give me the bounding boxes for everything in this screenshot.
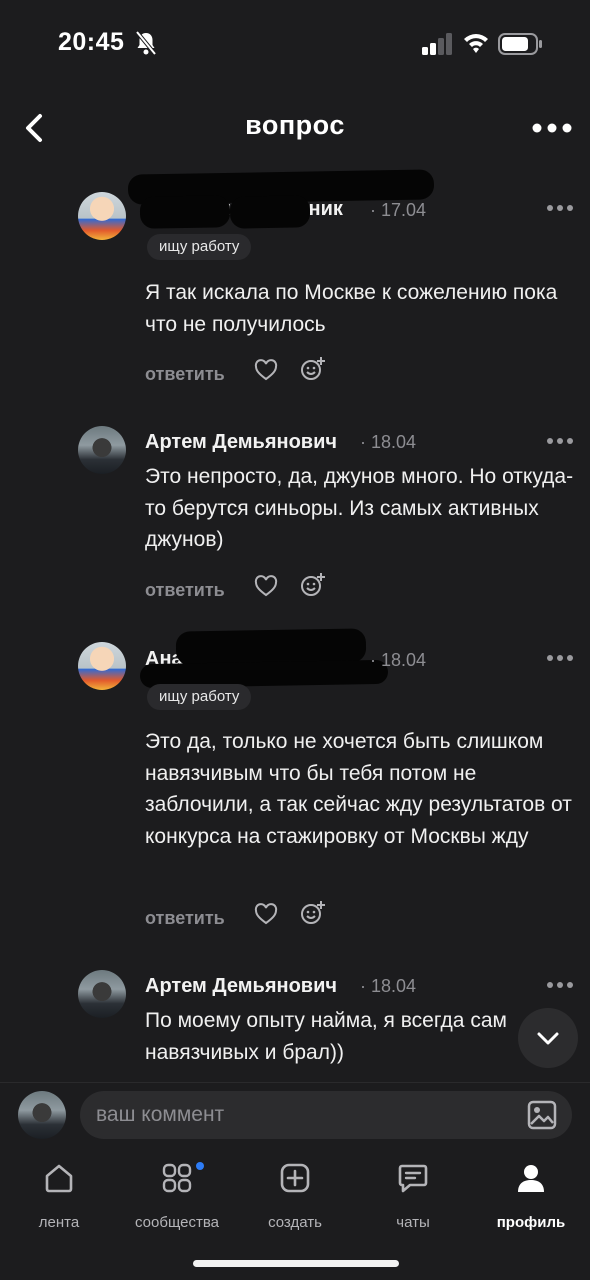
comment-more-icon[interactable] <box>546 203 574 213</box>
add-reaction-icon[interactable] <box>300 356 326 382</box>
author-name[interactable]: Артем Демьянович <box>145 431 337 454</box>
comment-text: Я так искала по Москве к сожелению пока … <box>145 281 558 336</box>
reply-button[interactable]: ответить <box>145 364 225 385</box>
comment-date: · 18.04 <box>360 432 417 452</box>
tab-profile[interactable]: профиль <box>472 1158 590 1238</box>
author-name[interactable]: Артем Демьянович <box>145 975 337 998</box>
home-indicator <box>193 1260 399 1267</box>
comment-text: По моему опыту найма, я всегда сам навяз… <box>145 1009 507 1064</box>
avatar[interactable] <box>78 192 126 240</box>
more-options-icon[interactable] <box>528 118 576 138</box>
tab-create[interactable]: создать <box>236 1158 354 1238</box>
heart-icon[interactable] <box>254 359 278 381</box>
create-icon <box>280 1163 310 1193</box>
comment-date: · 18.04 <box>370 650 427 670</box>
battery-icon <box>498 33 542 55</box>
comment-more-icon[interactable] <box>546 436 574 446</box>
signal-icon <box>422 33 452 55</box>
header: вопрос <box>0 100 590 156</box>
wifi-icon <box>464 34 488 53</box>
comment-text: Это непросто, да, джунов много. Но откуд… <box>145 465 574 551</box>
add-reaction-icon[interactable] <box>300 572 326 598</box>
comment-input[interactable] <box>80 1091 572 1139</box>
redaction-mark <box>229 195 311 229</box>
tab-communities[interactable]: сообщества <box>118 1158 236 1238</box>
status-time: 20:45 <box>58 28 125 56</box>
page-title: вопрос <box>245 110 345 140</box>
avatar[interactable] <box>78 970 126 1018</box>
tab-feed[interactable]: лента <box>0 1158 118 1238</box>
comment-more-icon[interactable] <box>546 980 574 990</box>
tab-label: лента <box>38 1214 80 1231</box>
scroll-down-button[interactable] <box>518 1008 578 1068</box>
reply-button[interactable]: ответить <box>145 908 225 929</box>
bell-muted-icon <box>135 30 157 56</box>
tab-chats[interactable]: чаты <box>354 1158 472 1238</box>
comment-composer <box>0 1082 590 1148</box>
status-tag: ищу работу <box>147 234 252 260</box>
status-bar: 20:45 <box>0 0 590 88</box>
redaction-mark <box>139 195 231 229</box>
tab-label: профиль <box>496 1214 566 1231</box>
heart-icon[interactable] <box>254 575 278 597</box>
reply-button[interactable]: ответить <box>145 580 225 601</box>
status-tag: ищу работу <box>147 684 252 710</box>
comment-more-icon[interactable] <box>546 653 574 663</box>
notification-dot <box>196 1162 204 1170</box>
communities-icon <box>162 1163 192 1193</box>
tab-label: создать <box>268 1214 322 1231</box>
avatar[interactable] <box>78 426 126 474</box>
comment-text: Это да, только не хочется быть слишком н… <box>145 730 572 848</box>
attach-image-icon[interactable] <box>526 1099 558 1131</box>
comment-date: · 17.04 <box>370 200 427 220</box>
home-icon <box>45 1164 73 1193</box>
add-reaction-icon[interactable] <box>300 900 326 926</box>
chevron-down-icon <box>537 1032 559 1045</box>
user-avatar[interactable] <box>18 1091 66 1139</box>
chats-icon <box>398 1164 428 1193</box>
tab-label: сообщества <box>135 1214 219 1231</box>
comment-date: · 18.04 <box>360 976 417 996</box>
profile-icon <box>518 1165 544 1192</box>
heart-icon[interactable] <box>254 903 278 925</box>
tab-label: чаты <box>396 1214 430 1231</box>
avatar[interactable] <box>78 642 126 690</box>
